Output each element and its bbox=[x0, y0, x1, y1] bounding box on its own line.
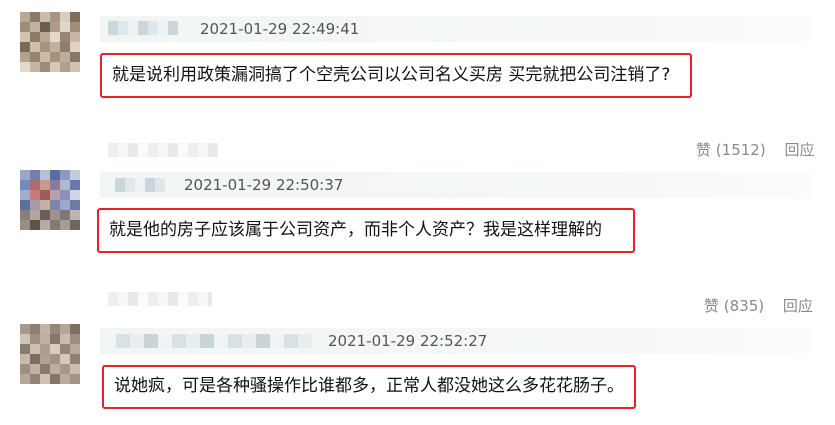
username[interactable] bbox=[108, 21, 178, 35]
comment-actions: 赞 (1512) 回应 bbox=[696, 141, 814, 159]
blurred-content bbox=[108, 143, 218, 157]
comment-timestamp: 2021-01-29 22:52:27 bbox=[328, 332, 488, 350]
like-button[interactable]: 赞 (1512) bbox=[696, 141, 766, 159]
like-button[interactable]: 赞 (835) bbox=[704, 297, 764, 315]
reply-button[interactable]: 回应 bbox=[784, 141, 814, 159]
blurred-content bbox=[108, 292, 212, 306]
avatar[interactable] bbox=[20, 170, 80, 230]
like-count: (835) bbox=[723, 297, 765, 315]
username[interactable] bbox=[115, 178, 165, 192]
like-count: (1512) bbox=[715, 141, 766, 159]
avatar[interactable] bbox=[20, 324, 80, 384]
comment-text: 说她疯，可是各种骚操作比谁都多，正常人都没她这么多花花肠子。 bbox=[102, 365, 636, 409]
comment-actions: 赞 (835) 回应 bbox=[704, 297, 813, 315]
like-label: 赞 bbox=[704, 297, 720, 315]
comment-item-2: 2021-01-29 22:50:37 就是他的房子应该属于公司资产，而非个人资… bbox=[0, 160, 835, 315]
like-label: 赞 bbox=[696, 141, 712, 159]
comment-text: 就是说利用政策漏洞搞了个空壳公司以公司名义买房 买完就把公司注销了? bbox=[100, 53, 692, 98]
reply-button[interactable]: 回应 bbox=[783, 297, 813, 315]
avatar[interactable] bbox=[20, 12, 80, 72]
comment-item-3: 2021-01-29 22:52:27 说她疯，可是各种骚操作比谁都多，正常人都… bbox=[0, 320, 835, 425]
comment-item-1: 2021-01-29 22:49:41 就是说利用政策漏洞搞了个空壳公司以公司名… bbox=[0, 0, 835, 159]
username[interactable] bbox=[116, 334, 312, 348]
comment-text: 就是他的房子应该属于公司资产，而非个人资产？我是这样理解的 bbox=[97, 208, 635, 253]
comment-timestamp: 2021-01-29 22:50:37 bbox=[184, 176, 344, 194]
comment-timestamp: 2021-01-29 22:49:41 bbox=[200, 20, 360, 38]
